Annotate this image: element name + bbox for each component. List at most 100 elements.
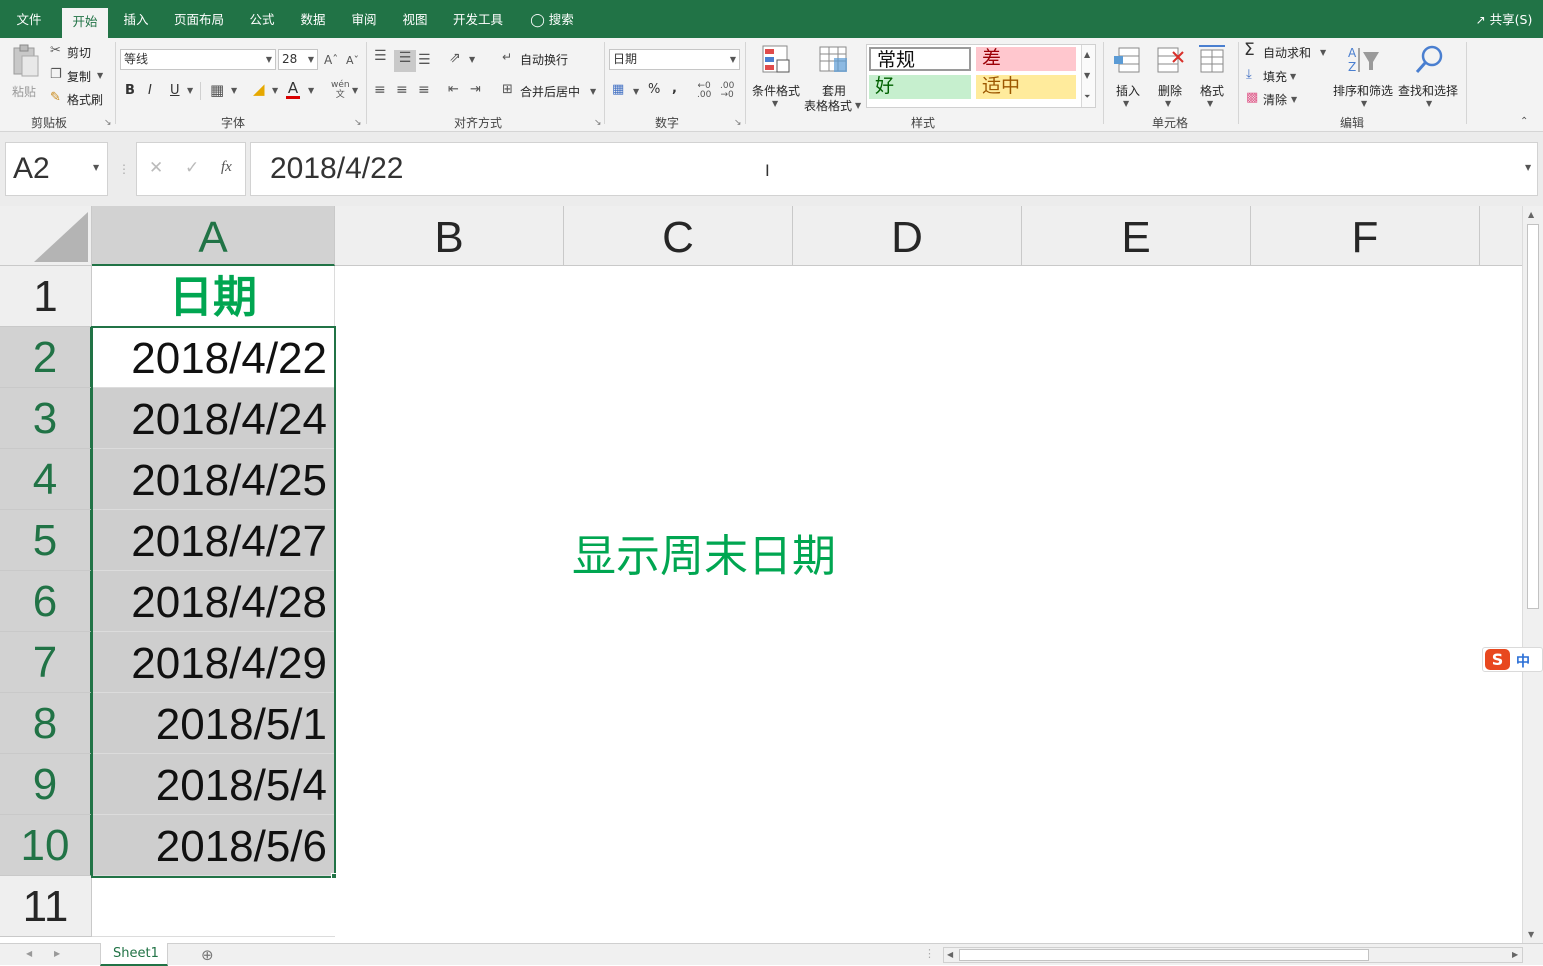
bold-button[interactable]: B [125,83,135,99]
cell-a5[interactable]: 2018/4/27 [92,510,335,571]
column-header-e[interactable]: E [1022,206,1251,266]
column-header-a[interactable]: A [92,206,335,266]
row-header-7[interactable]: 7 [0,632,92,693]
style-good[interactable]: 好 [869,75,971,99]
tab-home[interactable]: 开始 [62,8,108,38]
format-as-table-button[interactable]: 套用 表格格式 ▼ [804,42,864,113]
sort-filter-button[interactable]: A Z 排序和筛选 ▼ [1333,42,1395,110]
cell-a8[interactable]: 2018/5/1 [92,693,335,754]
tab-view[interactable]: 视图 [392,0,438,38]
align-top-icon[interactable]: ☰ [374,48,387,64]
style-normal[interactable]: 常规 [869,47,971,71]
tab-file[interactable]: 文件 [6,0,52,38]
enter-icon[interactable]: ✓ [185,158,199,178]
vertical-scroll-thumb[interactable] [1527,224,1539,609]
chevron-down-icon[interactable]: ▼ [231,83,237,99]
horizontal-scroll-thumb[interactable] [959,949,1369,961]
column-header-b[interactable]: B [335,206,564,266]
cell-a2-active[interactable]: 2018/4/22 [92,327,335,388]
italic-button[interactable]: I [148,83,152,99]
cell-a4[interactable]: 2018/4/25 [92,449,335,510]
column-header-c[interactable]: C [564,206,793,266]
underline-button[interactable]: U [170,83,180,99]
clipboard-launcher-icon[interactable]: ↘ [104,118,112,128]
cut-button[interactable]: 剪切 [67,44,91,61]
select-all-button[interactable] [0,206,92,266]
fill-color-icon[interactable]: ◢ [253,81,265,97]
row-header-5[interactable]: 5 [0,510,92,571]
tab-page-layout[interactable]: 页面布局 [164,0,234,38]
align-center-icon[interactable]: ≡ [396,82,408,98]
fill-handle[interactable] [331,873,337,879]
tab-insert[interactable]: 插入 [113,0,159,38]
collapse-ribbon-icon[interactable]: ⌃ [1520,114,1528,130]
font-launcher-icon[interactable]: ↘ [354,118,362,128]
decrease-decimal-icon[interactable]: .00 →0 [720,82,734,100]
cancel-icon[interactable]: ✕ [149,158,163,178]
chevron-down-icon[interactable]: ▼ [633,84,639,100]
styles-gallery-scroll[interactable]: ▲ ▼ ⏷ [1081,45,1095,107]
gallery-more-icon[interactable]: ⏷ [1084,89,1090,105]
increase-decimal-icon[interactable]: ←0.00 [697,82,711,100]
tab-developer[interactable]: 开发工具 [444,0,512,38]
chevron-down-icon[interactable]: ▼ [352,83,358,99]
increase-font-icon[interactable]: Aˆ [324,52,338,68]
insert-cells-button[interactable]: 插入 ▼ [1110,42,1146,110]
style-neutral[interactable]: 适中 [976,75,1076,99]
row-header-11[interactable]: 11 [0,876,92,937]
share-button[interactable]: ↗ 共享(S) [1470,0,1538,38]
row-header-9[interactable]: 9 [0,754,92,815]
sheet-tab-sheet1[interactable]: Sheet1 [100,943,168,966]
increase-indent-icon[interactable]: ⇥ [470,82,481,98]
row-header-10[interactable]: 10 [0,815,92,876]
row-header-1[interactable]: 1 [0,266,92,327]
vertical-scrollbar[interactable]: ▲ ▼ [1522,206,1543,943]
format-painter-button[interactable]: 格式刷 [67,91,103,108]
cell-a1-header[interactable]: 日期 [92,266,335,327]
tab-data[interactable]: 数据 [290,0,336,38]
merge-center-button[interactable]: 合并后居中 [520,83,580,100]
align-right-icon[interactable]: ≡ [418,82,430,98]
cell-a11[interactable] [92,876,335,937]
tab-formulas[interactable]: 公式 [239,0,285,38]
row-header-8[interactable]: 8 [0,693,92,754]
number-launcher-icon[interactable]: ↘ [734,118,742,128]
tab-review[interactable]: 审阅 [341,0,387,38]
cell-a6[interactable]: 2018/4/28 [92,571,335,632]
borders-icon[interactable]: ▦ [210,82,224,98]
format-cells-button[interactable]: 格式 ▼ [1194,42,1230,110]
chevron-down-icon[interactable]: ▼ [1084,68,1090,84]
cell-a10[interactable]: 2018/5/6 [92,815,335,876]
scroll-down-icon[interactable]: ▼ [1528,930,1534,939]
row-header-3[interactable]: 3 [0,388,92,449]
formula-input[interactable]: 2018/4/22 I ▼ [250,142,1538,196]
cell-a9[interactable]: 2018/5/4 [92,754,335,815]
insert-function-icon[interactable]: fx [221,159,232,176]
scroll-right-icon[interactable]: ▶ [1512,950,1518,959]
chevron-down-icon[interactable]: ▼ [1291,92,1297,108]
alignment-launcher-icon[interactable]: ↘ [594,118,602,128]
accounting-icon[interactable]: ▦ [612,82,624,98]
expand-formula-bar-icon[interactable]: ▼ [1525,163,1531,172]
conditional-formatting-button[interactable]: 条件格式 ▼ [752,42,800,110]
font-color-icon[interactable]: A [286,80,300,99]
chevron-down-icon[interactable]: ▼ [187,83,193,99]
align-middle-icon[interactable]: ☰ [394,50,416,72]
tell-me-search[interactable]: ◯ 搜索 [524,0,580,38]
number-format-select[interactable]: 日期 ▼ [609,49,740,70]
autosum-button[interactable]: 自动求和 [1263,44,1311,61]
chevron-down-icon[interactable]: ▼ [272,83,278,99]
row-header-6[interactable]: 6 [0,571,92,632]
cell-a3[interactable]: 2018/4/24 [92,388,335,449]
phonetic-icon[interactable]: wén 文 [331,80,350,100]
copy-button[interactable]: 复制 [67,68,91,85]
decrease-indent-icon[interactable]: ⇤ [448,82,459,98]
chevron-up-icon[interactable]: ▲ [1084,47,1090,63]
percent-button[interactable]: % [648,82,660,98]
row-header-4[interactable]: 4 [0,449,92,510]
tab-split-icon[interactable]: ⋮ [924,947,935,960]
find-select-button[interactable]: 查找和选择 ▼ [1398,42,1460,110]
chevron-down-icon[interactable]: ▼ [308,83,314,99]
column-header-d[interactable]: D [793,206,1022,266]
font-name-select[interactable]: 等线 ▼ [120,49,276,70]
